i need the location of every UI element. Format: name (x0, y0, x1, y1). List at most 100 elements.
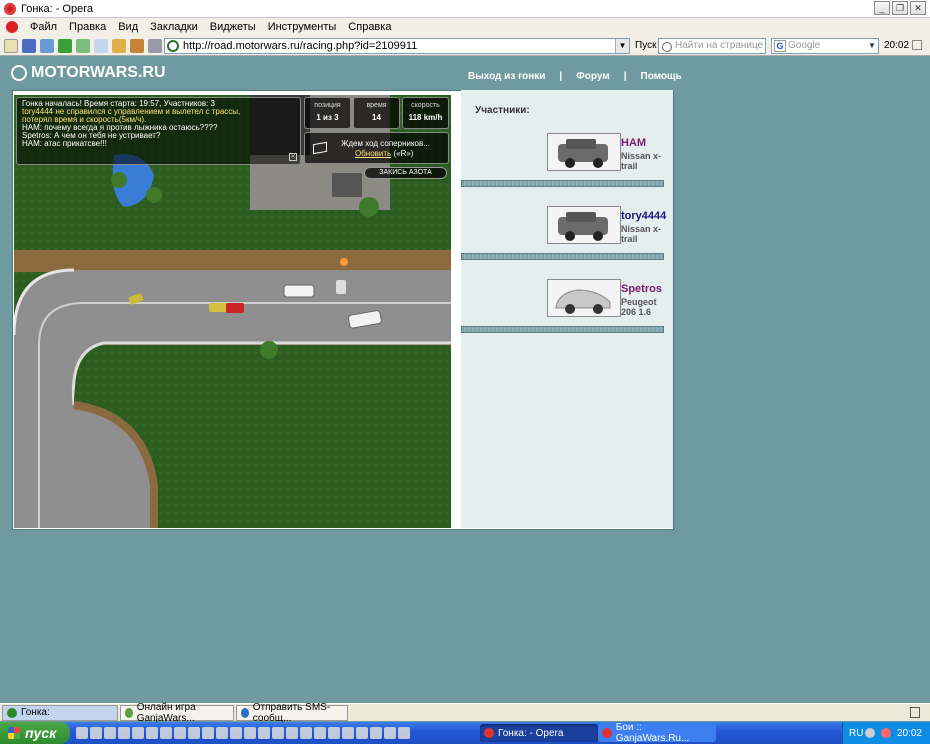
opera-menu-icon[interactable] (6, 21, 18, 33)
stat-caption: позиция (314, 102, 341, 109)
refresh-link[interactable]: Обновить (355, 149, 391, 158)
quicklaunch-icon[interactable] (118, 727, 130, 739)
quicklaunch-icon[interactable] (328, 727, 340, 739)
quicklaunch-icon[interactable] (356, 727, 368, 739)
quicklaunch-icon[interactable] (76, 727, 88, 739)
menu-help[interactable]: Справка (342, 21, 397, 33)
participant-car: Peugeot 206 1.6 (621, 297, 657, 317)
start-label: пуск (25, 725, 57, 741)
stat-caption: время (366, 102, 387, 109)
quicklaunch-icon[interactable] (230, 727, 242, 739)
forward-icon[interactable] (76, 38, 90, 53)
participant-name[interactable]: tory4444 (621, 210, 666, 222)
panel-toggle-icon[interactable] (912, 40, 922, 50)
quicklaunch-icon[interactable] (384, 727, 396, 739)
taskbar-opera-race[interactable]: Гонка: - Opera (480, 724, 598, 742)
taskbar-opera-ganjawars[interactable]: Бои :: GanjaWars.Ru... (598, 722, 716, 744)
quick-launch (76, 727, 410, 739)
quicklaunch-icon[interactable] (342, 727, 354, 739)
quicklaunch-icon[interactable] (132, 727, 144, 739)
search-engine-label: Google (788, 40, 821, 51)
quicklaunch-icon[interactable] (258, 727, 270, 739)
quicklaunch-icon[interactable] (286, 727, 298, 739)
back-icon[interactable] (58, 38, 72, 53)
minimize-button[interactable]: _ (874, 1, 890, 15)
participant-progress-bar (461, 326, 664, 333)
windows-logo-icon (8, 727, 20, 739)
save-icon[interactable] (22, 38, 36, 53)
find-on-page-input[interactable]: Найти на странице (658, 38, 766, 54)
quicklaunch-icon[interactable] (90, 727, 102, 739)
task-label: Бои :: GanjaWars.Ru... (615, 722, 690, 744)
chat-close-icon[interactable]: ✕ (289, 153, 297, 161)
quicklaunch-icon[interactable] (244, 727, 256, 739)
search-dropdown-icon[interactable]: ▼ (866, 39, 878, 53)
language-indicator[interactable]: RU (849, 728, 863, 739)
site-logo[interactable]: MOTORWARS.RU (11, 64, 166, 82)
home-icon[interactable] (130, 38, 144, 53)
quicklaunch-icon[interactable] (300, 727, 312, 739)
participants-panel: Участники: НАМ Nissan x-trail tory4444 N… (461, 90, 673, 528)
nitro-button[interactable]: ЗАКИСЬ АЗОТА (364, 167, 447, 179)
forum-link[interactable]: Форум (576, 71, 609, 82)
quicklaunch-icon[interactable] (202, 727, 214, 739)
restore-button[interactable]: ❐ (892, 1, 908, 15)
menu-view[interactable]: Вид (112, 21, 144, 33)
tab-icon (125, 707, 133, 718)
opera-windows-bar: Гонка: Онлайн игра GanjaWars... Отправит… (0, 701, 930, 724)
menu-edit[interactable]: Правка (63, 21, 112, 33)
car-photo (547, 133, 621, 171)
stat-value: 1 из 3 (316, 113, 339, 122)
quicklaunch-icon[interactable] (188, 727, 200, 739)
close-button[interactable]: ✕ (910, 1, 926, 15)
tray-icon[interactable] (880, 728, 891, 738)
menu-tools[interactable]: Инструменты (262, 21, 343, 33)
help-link[interactable]: Помощь (641, 71, 682, 82)
quicklaunch-icon[interactable] (314, 727, 326, 739)
quicklaunch-icon[interactable] (370, 727, 382, 739)
top-navigation: Выход из гонки | Форум | Помощь (468, 71, 682, 82)
window-tab-ganjawars[interactable]: Онлайн игра GanjaWars... (120, 701, 234, 724)
toolbar-clock: 20:02 (884, 40, 910, 51)
task-label: Гонка: - Opera (498, 727, 564, 739)
windows-taskbar: пуск Гонка: - Opera Бои :: GanjaWars.Ru.… (0, 722, 930, 744)
participant-name[interactable]: НАМ (621, 137, 646, 149)
address-dropdown-icon[interactable]: ▼ (615, 39, 629, 53)
window-title-bar: Гонка: - Opera _ ❐ ✕ (0, 0, 930, 18)
print-icon[interactable] (40, 38, 54, 53)
address-bar[interactable]: http://road.motorwars.ru/racing.php?id=2… (164, 38, 630, 54)
stat-caption: скорость (411, 102, 440, 109)
exit-race-link[interactable]: Выход из гонки (468, 71, 545, 82)
reload-icon[interactable] (94, 38, 108, 53)
quicklaunch-icon[interactable] (146, 727, 158, 739)
window-tab-race[interactable]: Гонка: (2, 704, 118, 721)
go-button[interactable]: Пуск (635, 40, 656, 51)
stop-icon[interactable] (112, 38, 126, 53)
opera-icon (484, 728, 494, 738)
search-input[interactable]: G Google ▼ (771, 38, 879, 54)
quicklaunch-icon[interactable] (174, 727, 186, 739)
quicklaunch-icon[interactable] (160, 727, 172, 739)
participant-car: Nissan x-trail (621, 224, 662, 244)
start-button[interactable]: пуск (0, 722, 70, 744)
quicklaunch-icon[interactable] (398, 727, 410, 739)
menu-file[interactable]: Файл (24, 21, 63, 33)
time-stat: время 14 (353, 97, 400, 129)
tray-icon[interactable] (864, 728, 875, 738)
new-page-icon[interactable] (4, 38, 18, 53)
opera-icon (4, 2, 16, 15)
quicklaunch-icon[interactable] (216, 727, 228, 739)
menu-bookmarks[interactable]: Закладки (144, 21, 204, 33)
race-chat: Гонка началась! Время старта: 19:57, Уча… (16, 97, 301, 165)
participant-progress-bar (461, 253, 664, 260)
menu-widgets[interactable]: Виджеты (204, 21, 262, 33)
participant-name[interactable]: Spetros (621, 283, 662, 295)
waiting-text: Ждем ход соперников... (341, 139, 430, 148)
quicklaunch-icon[interactable] (272, 727, 284, 739)
window-tab-sms[interactable]: Отправить SMS-сообщ... (236, 702, 348, 724)
race-track-view[interactable]: Гонка началась! Время старта: 19:57, Уча… (14, 95, 451, 528)
tab-label: Онлайн игра GanjaWars... (136, 701, 196, 724)
trash-icon[interactable] (910, 707, 920, 718)
wand-icon[interactable] (148, 38, 162, 53)
quicklaunch-icon[interactable] (104, 727, 116, 739)
